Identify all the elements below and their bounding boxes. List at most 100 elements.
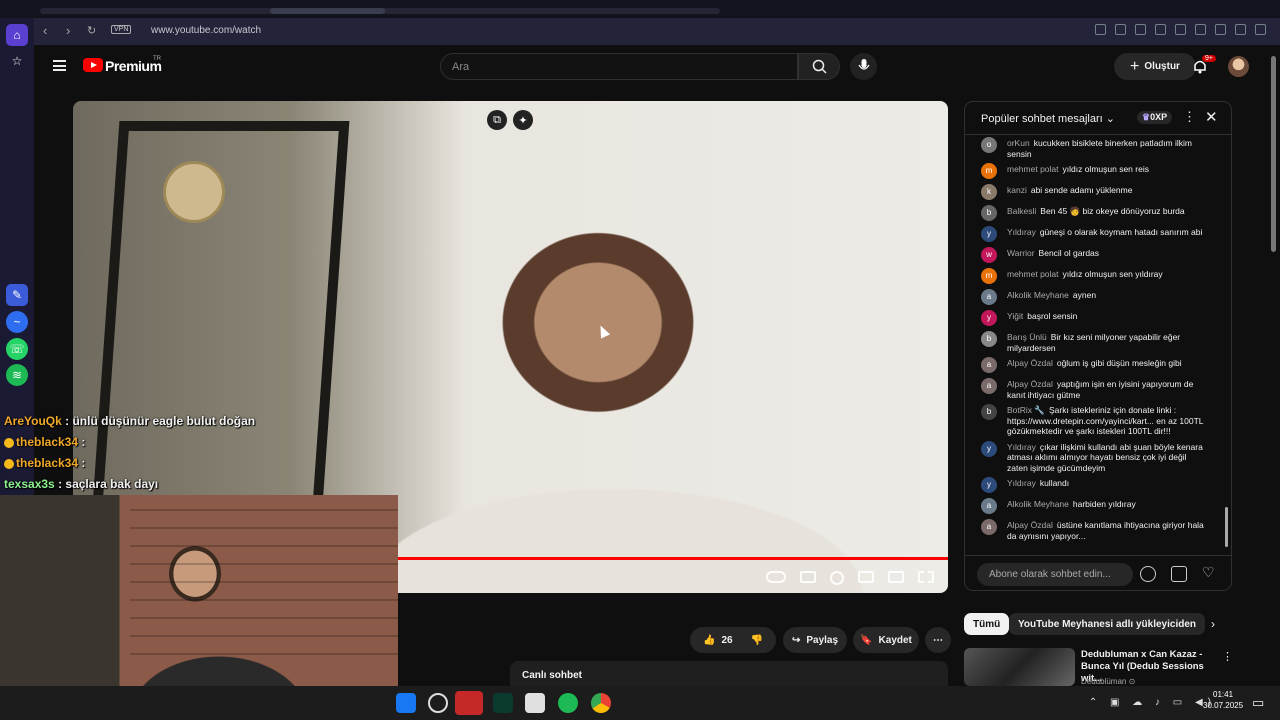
filter-chip-all[interactable]: Tümü (964, 613, 1010, 635)
clock[interactable]: 01:41 30.07.2025 (1203, 689, 1243, 711)
more-actions-button[interactable]: ⋯ (925, 627, 951, 653)
camera-icon[interactable] (1115, 24, 1126, 35)
super-chat-icon[interactable] (1171, 566, 1187, 582)
create-button[interactable]: + Oluştur (1114, 53, 1196, 80)
chat-message[interactable]: k kanzi abi sende adamı yüklenme (965, 183, 1231, 204)
shield-icon[interactable] (1135, 24, 1146, 35)
forward-icon[interactable]: › (66, 23, 70, 38)
fullscreen-icon[interactable] (918, 571, 934, 583)
avatar[interactable]: b (981, 205, 997, 221)
sparkle-icon[interactable]: ✦ (513, 110, 533, 130)
avatar[interactable]: a (981, 357, 997, 373)
chat-more-icon[interactable]: ⋮ (1183, 109, 1196, 125)
avatar[interactable]: y (981, 440, 997, 457)
chat-author[interactable]: Alpay Özdal (1007, 358, 1053, 368)
chat-message[interactable]: w Warrior Bencil ol gardas (965, 246, 1231, 267)
chat-input[interactable]: Abone olarak sohbet edin... (977, 563, 1133, 586)
chat-message[interactable]: a Alkolik Meyhane harbiden yıldıray (965, 497, 1231, 518)
url-field[interactable]: www.youtube.com/watch (151, 25, 261, 36)
back-icon[interactable]: ‹ (43, 23, 47, 38)
chat-message[interactable]: a Alpay Özdal üstüne kanıtlama ihtiyacına … (965, 518, 1231, 544)
chat-message[interactable]: a Alpay Özdal oğlum iş gibi düşün mesleğin… (965, 356, 1231, 377)
vpn-badge[interactable]: VPN (111, 25, 132, 34)
chat-author[interactable]: BotRix 🔧 (1007, 405, 1045, 415)
voice-search-button[interactable] (850, 53, 877, 80)
chat-message[interactable]: y Yıldıray güneşi o olarak koymam hatadı s… (965, 225, 1231, 246)
close-icon[interactable]: ✕ (1205, 108, 1218, 126)
dislike-button[interactable]: 👎 (751, 635, 763, 646)
home-icon[interactable]: ⌂ (6, 24, 28, 46)
chat-author[interactable]: kanzi (1007, 185, 1027, 195)
search-box[interactable] (440, 53, 798, 80)
hamburger-menu-icon[interactable] (53, 60, 66, 71)
avatar[interactable]: a (981, 498, 997, 514)
chat-message[interactable]: b Balkesli Ben 45 🧑 biz okeye dönüyoruz bu… (965, 204, 1231, 225)
chat-author[interactable]: orKun (1007, 138, 1030, 148)
settings-gear-icon[interactable] (830, 571, 844, 585)
spotify-icon[interactable] (558, 693, 578, 713)
heart-reaction-icon[interactable]: ♡ (1202, 564, 1218, 580)
search-button[interactable] (798, 53, 840, 80)
avatar[interactable] (1228, 56, 1249, 77)
chat-message[interactable]: y Yıldıray kullandı (965, 476, 1231, 497)
chat-message-list[interactable]: o orKun kucukken bisiklete binerken patlad… (965, 136, 1231, 554)
chat-author[interactable]: Barış Ünlü (1007, 332, 1047, 342)
chat-author[interactable]: Balkesli (1007, 206, 1036, 216)
like-button[interactable]: 👍 (703, 635, 715, 646)
miniplayer-icon[interactable] (858, 571, 874, 583)
chat-message[interactable]: m mehmet polat yıldız olmuşun sen reis (965, 162, 1231, 183)
search-input[interactable] (441, 54, 781, 79)
chat-message[interactable]: y Yiğit başrol sensin (965, 309, 1231, 330)
window-icon[interactable] (525, 693, 545, 713)
more-icon[interactable]: ⋮ (1222, 650, 1233, 663)
channel-name[interactable]: Dedublüman ⊙ (1081, 677, 1135, 686)
avatar[interactable]: y (981, 310, 997, 326)
chat-message[interactable]: a Alpay Özdal yaptığım işin en iyisini yap… (965, 377, 1231, 403)
avatar[interactable]: y (981, 226, 997, 242)
chat-author[interactable]: Yiğit (1007, 311, 1023, 321)
chrome-icon[interactable] (591, 693, 611, 713)
avatar[interactable]: m (981, 268, 997, 284)
messenger-icon[interactable]: ~ (6, 311, 28, 333)
avatar[interactable]: k (981, 184, 997, 200)
app-icon[interactable]: ✎ (6, 284, 28, 306)
avatar[interactable]: a (981, 519, 997, 535)
star-icon[interactable]: ☆ (6, 50, 28, 72)
chat-author[interactable]: Yıldıray (1007, 442, 1036, 452)
outlook-icon[interactable] (396, 693, 416, 713)
spotify-icon[interactable]: ≋ (6, 364, 28, 386)
emoji-icon[interactable] (1140, 566, 1156, 582)
recommended-video[interactable]: Dedubluman x Can Kazaz - Bunca Yıl (Dedu… (964, 648, 1233, 686)
terminal-icon[interactable] (493, 693, 513, 713)
chat-author[interactable]: Alkolik Meyhane (1007, 499, 1069, 509)
filter-chip-uploader[interactable]: YouTube Meyhanesi adlı yükleyiciden (1009, 613, 1206, 635)
share-button[interactable]: ↪ Paylaş (783, 627, 847, 653)
system-tray[interactable]: ⌃ ▣ ☁ ♪ ▭ ◀) (1089, 697, 1216, 708)
edit-icon[interactable] (1095, 24, 1106, 35)
avatar[interactable]: y (981, 477, 997, 493)
download-icon[interactable] (1195, 24, 1206, 35)
chat-author[interactable]: Warrior (1007, 248, 1035, 258)
chat-message[interactable]: o orKun kucukken bisiklete binerken patlad… (965, 136, 1231, 162)
chat-scrollbar[interactable] (1225, 507, 1228, 547)
video-thumbnail[interactable] (964, 648, 1075, 686)
avatar[interactable]: b (981, 404, 997, 420)
xp-badge[interactable]: ♛0XP (1137, 111, 1173, 124)
avatar[interactable]: w (981, 247, 997, 263)
chat-message[interactable]: m mehmet polat yıldız olmuşun sen yıldıray (965, 267, 1231, 288)
chat-mode-dropdown[interactable]: Popüler sohbet mesajları ⌄ (981, 112, 1115, 125)
profile-icon[interactable] (1235, 24, 1246, 35)
avatar[interactable]: a (981, 289, 997, 305)
notifications-icon[interactable]: ▭ (1252, 695, 1264, 711)
reload-icon[interactable]: ↻ (87, 24, 96, 37)
chat-author[interactable]: mehmet polat (1007, 269, 1059, 279)
youtube-logo-icon[interactable] (83, 58, 103, 72)
chat-message[interactable]: y Yıldıray çıkar ilişkimi kullandı abi şua… (965, 440, 1231, 477)
save-button[interactable]: 🔖 Kaydet (853, 627, 919, 653)
whatsapp-icon[interactable]: ☏ (6, 338, 28, 360)
chat-message[interactable]: b Barış Ünlü Bir kız seni milyoner yapabil… (965, 330, 1231, 356)
chat-author[interactable]: Yıldıray (1007, 478, 1036, 488)
heart-icon[interactable] (1175, 24, 1186, 35)
opera-icon[interactable] (455, 691, 483, 715)
chat-author[interactable]: Yıldıray (1007, 227, 1036, 237)
